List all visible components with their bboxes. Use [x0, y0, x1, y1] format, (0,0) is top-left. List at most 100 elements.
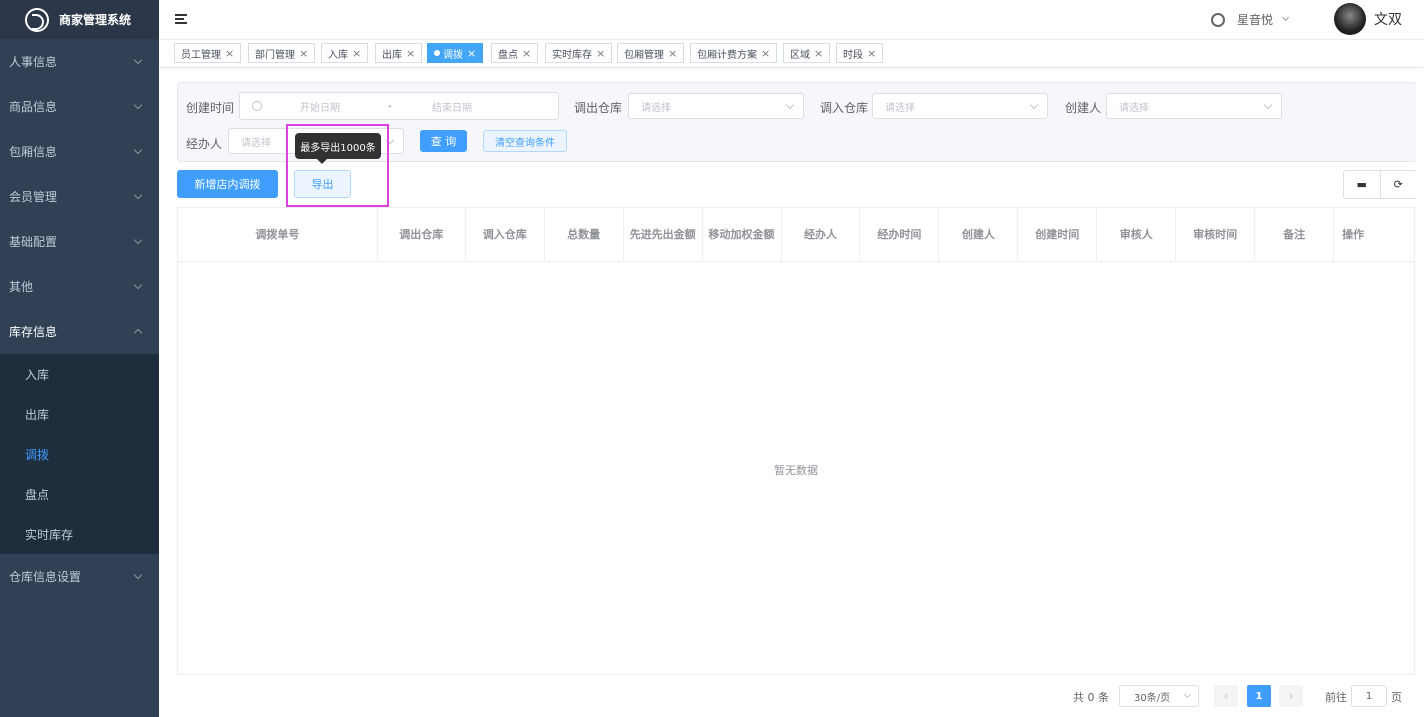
sidebar-item-hr[interactable]: 人事信息 — [0, 39, 159, 84]
sidebar-subitem-stock-out[interactable]: 出库 — [0, 394, 159, 434]
avatar — [1334, 3, 1366, 35]
sidebar-item-basic-config[interactable]: 基础配置 — [0, 219, 159, 264]
tab-stock-in[interactable]: 入库 × — [321, 43, 369, 63]
goto-page-input[interactable]: 1 — [1351, 685, 1387, 707]
tab-label: 时段 — [843, 49, 863, 61]
sidebar: 商家管理系统 人事信息 商品信息 包厢信息 会员管理 基础配置 其他 库存信息 … — [0, 0, 159, 717]
column-header[interactable]: 移动加权金额 — [703, 208, 782, 262]
chevron-down-icon — [133, 100, 143, 109]
creator-label: 创建人 — [1065, 101, 1102, 115]
tab-stocktake[interactable]: 盘点 × — [491, 43, 539, 63]
tab-area[interactable]: 区域 × — [783, 43, 831, 63]
close-icon[interactable]: × — [761, 47, 770, 60]
tab-transfer[interactable]: 调拨 × — [427, 43, 484, 63]
column-header[interactable]: 审核人 — [1097, 208, 1177, 262]
sidebar-item-rooms[interactable]: 包厢信息 — [0, 129, 159, 174]
chevron-down-icon — [133, 55, 143, 64]
sidebar-item-label: 包厢信息 — [9, 145, 58, 159]
chevron-down-icon — [785, 100, 795, 110]
scrollbar[interactable] — [1416, 68, 1424, 717]
close-icon[interactable]: × — [596, 47, 605, 60]
sidebar-subitem-stocktake[interactable]: 盘点 — [0, 474, 159, 514]
close-icon[interactable]: × — [522, 47, 531, 60]
sidebar-item-other[interactable]: 其他 — [0, 264, 159, 309]
column-header[interactable]: 创建人 — [939, 208, 1019, 262]
end-date-input[interactable]: 结束日期 — [432, 99, 472, 114]
tab-room-billing[interactable]: 包厢计费方案 × — [690, 43, 778, 63]
sidebar-subitem-realtime-stock[interactable]: 实时库存 — [0, 514, 159, 554]
column-header[interactable]: 总数量 — [545, 208, 624, 262]
close-icon[interactable]: × — [352, 47, 361, 60]
select-placeholder: 请选择 — [1119, 102, 1149, 114]
column-header[interactable]: 调入仓库 — [466, 208, 545, 262]
sidebar-item-members[interactable]: 会员管理 — [0, 174, 159, 219]
pagination-total: 共 0 条 — [1073, 691, 1109, 704]
sidebar-item-warehouse-settings[interactable]: 仓库信息设置 — [0, 554, 159, 599]
column-header[interactable]: 经办人 — [782, 208, 861, 262]
sidebar-item-label: 商品信息 — [9, 100, 58, 114]
page-size-select[interactable]: 30条/页 — [1119, 685, 1199, 707]
page-number-current[interactable]: 1 — [1247, 685, 1271, 707]
column-header[interactable]: 备注 — [1255, 208, 1335, 262]
user-name: 文双 — [1374, 12, 1402, 28]
app-title: 商家管理系统 — [59, 13, 132, 27]
sidebar-subitem-transfer[interactable]: 调拨 — [0, 434, 159, 474]
page-suffix: 页 — [1391, 691, 1402, 704]
column-header[interactable]: 调出仓库 — [378, 208, 466, 262]
refresh-icon[interactable]: ⟳ — [1381, 171, 1417, 198]
out-warehouse-select[interactable]: 请选择 — [628, 93, 804, 119]
tab-label: 包厢计费方案 — [697, 49, 757, 61]
tab-label: 员工管理 — [181, 49, 221, 61]
column-header[interactable]: 调拨单号 — [178, 208, 378, 262]
close-icon[interactable]: × — [406, 47, 415, 60]
user-menu[interactable]: 文双 — [1334, 3, 1402, 35]
tab-label: 部门管理 — [255, 49, 295, 61]
column-settings-icon[interactable]: ▬ — [1344, 171, 1381, 198]
clear-filters-button[interactable]: 清空查询条件 — [483, 130, 567, 152]
chevron-down-icon — [1263, 100, 1273, 110]
inventory-submenu: 入库 出库 调拨 盘点 实时库存 — [0, 354, 159, 554]
chevron-down-icon — [133, 145, 143, 154]
empty-state: 暂无数据 — [774, 464, 818, 477]
in-warehouse-select[interactable]: 请选择 — [872, 93, 1048, 119]
store-icon — [1210, 12, 1225, 27]
menu-toggle-icon[interactable] — [175, 14, 189, 25]
tab-label: 包厢管理 — [624, 49, 664, 61]
close-icon[interactable]: × — [668, 47, 677, 60]
create-time-range[interactable]: 开始日期 - 结束日期 — [239, 92, 559, 120]
column-header[interactable]: 先进先出金额 — [624, 208, 703, 262]
close-icon[interactable]: × — [814, 47, 823, 60]
tab-department[interactable]: 部门管理 × — [248, 43, 316, 63]
column-header[interactable]: 审核时间 — [1176, 208, 1256, 262]
table-header: 调拨单号 调出仓库 调入仓库 总数量 先进先出金额 移动加权金额 经办人 经办时… — [178, 208, 1414, 262]
add-transfer-button[interactable]: 新增店内调拨 — [177, 170, 278, 198]
next-page-button[interactable]: › — [1279, 685, 1303, 707]
start-date-input[interactable]: 开始日期 — [300, 99, 340, 114]
tab-realtime-stock[interactable]: 实时库存 × — [545, 43, 613, 63]
store-selector[interactable]: 星音悦 — [1210, 11, 1290, 28]
sidebar-item-label: 其他 — [9, 280, 34, 294]
sidebar-subitem-stock-in[interactable]: 入库 — [0, 354, 159, 394]
close-icon[interactable]: × — [867, 47, 876, 60]
tab-staff[interactable]: 员工管理 × — [174, 43, 242, 63]
close-icon[interactable]: × — [225, 47, 234, 60]
creator-select[interactable]: 请选择 — [1106, 93, 1282, 119]
table-toolbar: ▬ ⟳ — [1343, 170, 1417, 199]
column-header[interactable]: 经办时间 — [860, 208, 940, 262]
query-button[interactable]: 查 询 — [420, 130, 467, 152]
tab-stock-out[interactable]: 出库 × — [375, 43, 423, 63]
tab-time-slot[interactable]: 时段 × — [836, 43, 884, 63]
sidebar-item-goods[interactable]: 商品信息 — [0, 84, 159, 129]
sidebar-item-inventory[interactable]: 库存信息 — [0, 309, 159, 354]
column-header[interactable]: 操作 — [1334, 208, 1414, 262]
close-icon[interactable]: × — [299, 47, 308, 60]
handler-label: 经办人 — [186, 137, 223, 151]
chevron-down-icon — [1029, 100, 1039, 110]
select-placeholder: 请选择 — [241, 137, 271, 149]
column-header[interactable]: 创建时间 — [1018, 208, 1098, 262]
app-logo[interactable]: 商家管理系统 — [0, 0, 159, 39]
close-icon[interactable]: × — [467, 47, 476, 60]
tab-room-management[interactable]: 包厢管理 × — [617, 43, 685, 63]
prev-page-button[interactable]: ‹ — [1214, 685, 1238, 707]
sidebar-item-label: 人事信息 — [9, 55, 58, 69]
